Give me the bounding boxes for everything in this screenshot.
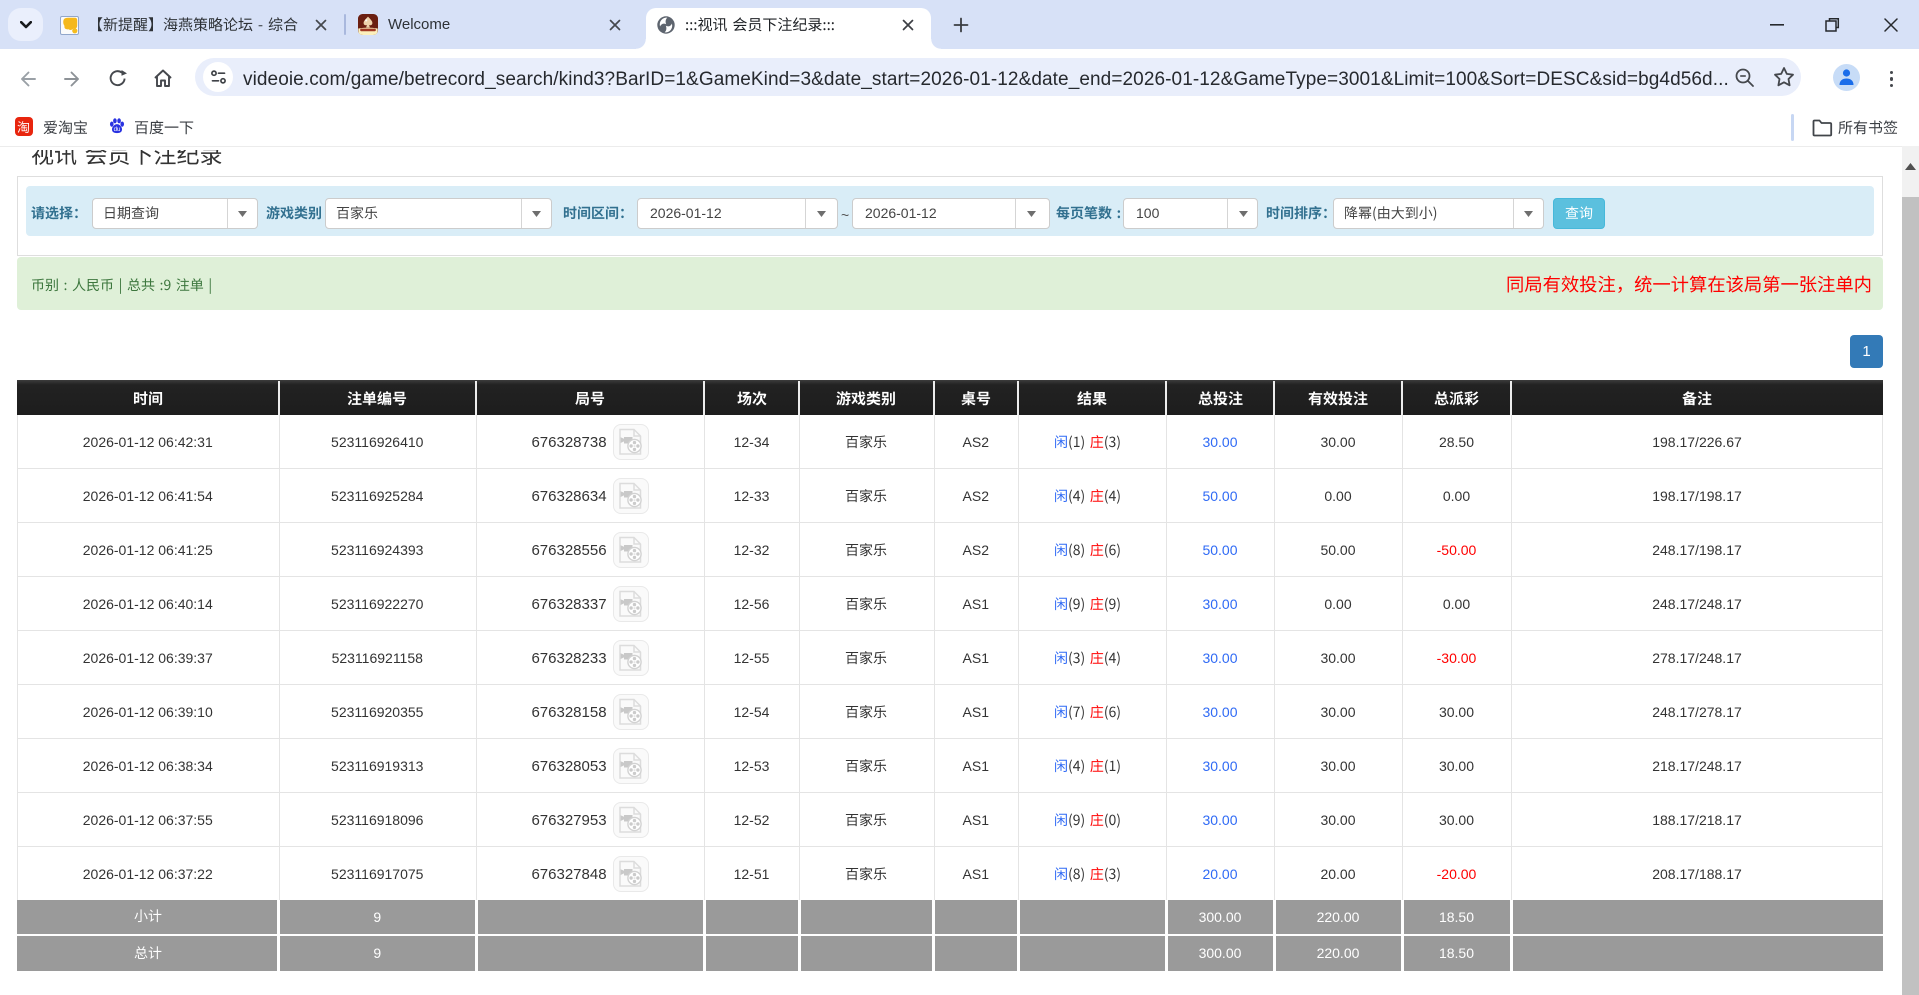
- svg-text:du: du: [114, 126, 121, 133]
